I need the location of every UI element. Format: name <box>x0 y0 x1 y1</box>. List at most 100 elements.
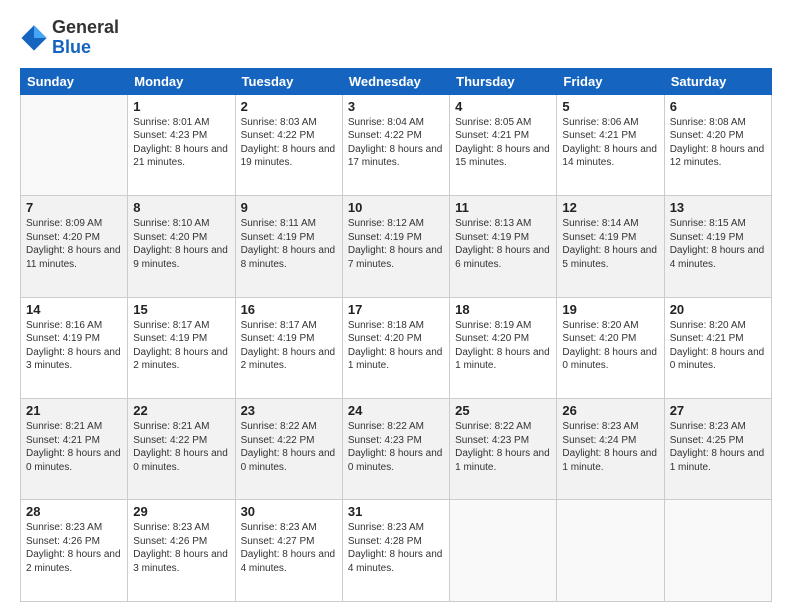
calendar-cell: 6Sunrise: 8:08 AMSunset: 4:20 PMDaylight… <box>664 94 771 195</box>
day-number: 5 <box>562 99 658 114</box>
day-number: 14 <box>26 302 122 317</box>
calendar-cell <box>557 500 664 602</box>
calendar-cell: 24 Sunrise: 8:22 AMSunset: 4:23 PMDayligh… <box>342 399 449 500</box>
calendar-cell: 28 Sunrise: 8:23 AMSunset: 4:26 PMDayligh… <box>21 500 128 602</box>
calendar-cell: 19 Sunrise: 8:20 AMSunset: 4:20 PMDayligh… <box>557 297 664 398</box>
calendar-cell: 5 Sunrise: 8:06 AMSunset: 4:21 PMDaylight… <box>557 94 664 195</box>
calendar-cell: 30 Sunrise: 8:23 AMSunset: 4:27 PMDayligh… <box>235 500 342 602</box>
calendar-cell: 25Sunrise: 8:22 AMSunset: 4:23 PMDayligh… <box>450 399 557 500</box>
cell-info: Sunrise: 8:21 AMSunset: 4:22 PMDaylight:… <box>133 420 229 474</box>
logo-icon <box>20 24 48 52</box>
calendar-cell: 3Sunrise: 8:04 AMSunset: 4:22 PMDaylight… <box>342 94 449 195</box>
cell-info: Sunrise: 8:13 AMSunset: 4:19 PMDaylight:… <box>455 217 551 271</box>
calendar-week-row: 1Sunrise: 8:01 AMSunset: 4:23 PMDaylight… <box>21 94 772 195</box>
day-number: 11 <box>455 200 551 215</box>
day-number: 20 <box>670 302 766 317</box>
day-number: 8 <box>133 200 229 215</box>
logo-text: General Blue <box>52 18 119 58</box>
cell-info: Sunrise: 8:23 AMSunset: 4:28 PMDaylight:… <box>348 521 444 575</box>
page: General Blue SundayMondayTuesdayWednesda… <box>0 0 792 612</box>
header: General Blue <box>20 18 772 58</box>
calendar-cell: 15 Sunrise: 8:17 AMSunset: 4:19 PMDayligh… <box>128 297 235 398</box>
calendar-cell: 14 Sunrise: 8:16 AMSunset: 4:19 PMDayligh… <box>21 297 128 398</box>
day-number: 16 <box>241 302 337 317</box>
col-header-saturday: Saturday <box>664 68 771 94</box>
cell-info: Sunrise: 8:23 AMSunset: 4:25 PMDaylight:… <box>670 420 766 474</box>
cell-info: Sunrise: 8:17 AMSunset: 4:19 PMDaylight:… <box>133 319 229 373</box>
day-number: 21 <box>26 403 122 418</box>
calendar: SundayMondayTuesdayWednesdayThursdayFrid… <box>20 68 772 602</box>
calendar-cell <box>450 500 557 602</box>
day-number: 13 <box>670 200 766 215</box>
calendar-cell: 29 Sunrise: 8:23 AMSunset: 4:26 PMDayligh… <box>128 500 235 602</box>
day-number: 29 <box>133 504 229 519</box>
col-header-friday: Friday <box>557 68 664 94</box>
cell-info: Sunrise: 8:23 AMSunset: 4:26 PMDaylight:… <box>26 521 122 575</box>
day-number: 18 <box>455 302 551 317</box>
day-number: 19 <box>562 302 658 317</box>
cell-info: Sunrise: 8:19 AMSunset: 4:20 PMDaylight:… <box>455 319 551 373</box>
cell-info: Sunrise: 8:09 AMSunset: 4:20 PMDaylight:… <box>26 217 122 271</box>
calendar-cell: 13 Sunrise: 8:15 AMSunset: 4:19 PMDayligh… <box>664 196 771 297</box>
day-number: 23 <box>241 403 337 418</box>
cell-info: Sunrise: 8:23 AMSunset: 4:27 PMDaylight:… <box>241 521 337 575</box>
day-number: 3 <box>348 99 444 114</box>
day-number: 9 <box>241 200 337 215</box>
day-number: 7 <box>26 200 122 215</box>
calendar-cell: 31 Sunrise: 8:23 AMSunset: 4:28 PMDayligh… <box>342 500 449 602</box>
day-number: 28 <box>26 504 122 519</box>
col-header-sunday: Sunday <box>21 68 128 94</box>
day-number: 12 <box>562 200 658 215</box>
calendar-week-row: 7 Sunrise: 8:09 AMSunset: 4:20 PMDaylight… <box>21 196 772 297</box>
cell-info: Sunrise: 8:22 AMSunset: 4:22 PMDaylight:… <box>241 420 337 474</box>
cell-info: Sunrise: 8:10 AMSunset: 4:20 PMDaylight:… <box>133 217 229 271</box>
calendar-cell: 21 Sunrise: 8:21 AMSunset: 4:21 PMDayligh… <box>21 399 128 500</box>
calendar-cell: 4 Sunrise: 8:05 AMSunset: 4:21 PMDaylight… <box>450 94 557 195</box>
cell-info: Sunrise: 8:22 AMSunset: 4:23 PMDaylight:… <box>455 420 551 474</box>
calendar-week-row: 21 Sunrise: 8:21 AMSunset: 4:21 PMDayligh… <box>21 399 772 500</box>
calendar-cell: 12Sunrise: 8:14 AMSunset: 4:19 PMDayligh… <box>557 196 664 297</box>
cell-info: Sunrise: 8:12 AMSunset: 4:19 PMDaylight:… <box>348 217 444 271</box>
day-number: 31 <box>348 504 444 519</box>
cell-info: Sunrise: 8:05 AMSunset: 4:21 PMDaylight:… <box>455 116 551 170</box>
cell-info: Sunrise: 8:23 AMSunset: 4:26 PMDaylight:… <box>133 521 229 575</box>
day-number: 2 <box>241 99 337 114</box>
cell-info: Sunrise: 8:16 AMSunset: 4:19 PMDaylight:… <box>26 319 122 373</box>
cell-info: Sunrise: 8:11 AMSunset: 4:19 PMDaylight:… <box>241 217 337 271</box>
calendar-header-row: SundayMondayTuesdayWednesdayThursdayFrid… <box>21 68 772 94</box>
day-number: 17 <box>348 302 444 317</box>
cell-info: Sunrise: 8:20 AMSunset: 4:20 PMDaylight:… <box>562 319 658 373</box>
cell-info: Sunrise: 8:01 AMSunset: 4:23 PMDaylight:… <box>133 116 229 170</box>
col-header-tuesday: Tuesday <box>235 68 342 94</box>
day-number: 15 <box>133 302 229 317</box>
day-number: 4 <box>455 99 551 114</box>
calendar-cell: 22 Sunrise: 8:21 AMSunset: 4:22 PMDayligh… <box>128 399 235 500</box>
calendar-cell: 2 Sunrise: 8:03 AMSunset: 4:22 PMDaylight… <box>235 94 342 195</box>
calendar-cell: 16Sunrise: 8:17 AMSunset: 4:19 PMDayligh… <box>235 297 342 398</box>
calendar-week-row: 28 Sunrise: 8:23 AMSunset: 4:26 PMDayligh… <box>21 500 772 602</box>
col-header-thursday: Thursday <box>450 68 557 94</box>
day-number: 24 <box>348 403 444 418</box>
col-header-wednesday: Wednesday <box>342 68 449 94</box>
day-number: 10 <box>348 200 444 215</box>
cell-info: Sunrise: 8:20 AMSunset: 4:21 PMDaylight:… <box>670 319 766 373</box>
day-number: 30 <box>241 504 337 519</box>
calendar-cell: 8 Sunrise: 8:10 AMSunset: 4:20 PMDaylight… <box>128 196 235 297</box>
cell-info: Sunrise: 8:15 AMSunset: 4:19 PMDaylight:… <box>670 217 766 271</box>
cell-info: Sunrise: 8:03 AMSunset: 4:22 PMDaylight:… <box>241 116 337 170</box>
logo: General Blue <box>20 18 119 58</box>
calendar-cell: 11 Sunrise: 8:13 AMSunset: 4:19 PMDayligh… <box>450 196 557 297</box>
day-number: 27 <box>670 403 766 418</box>
col-header-monday: Monday <box>128 68 235 94</box>
cell-info: Sunrise: 8:06 AMSunset: 4:21 PMDaylight:… <box>562 116 658 170</box>
calendar-cell: 9 Sunrise: 8:11 AMSunset: 4:19 PMDaylight… <box>235 196 342 297</box>
calendar-cell: 7 Sunrise: 8:09 AMSunset: 4:20 PMDaylight… <box>21 196 128 297</box>
day-number: 22 <box>133 403 229 418</box>
calendar-cell <box>664 500 771 602</box>
cell-info: Sunrise: 8:18 AMSunset: 4:20 PMDaylight:… <box>348 319 444 373</box>
calendar-cell: 27 Sunrise: 8:23 AMSunset: 4:25 PMDayligh… <box>664 399 771 500</box>
calendar-cell <box>21 94 128 195</box>
calendar-cell: 1Sunrise: 8:01 AMSunset: 4:23 PMDaylight… <box>128 94 235 195</box>
cell-info: Sunrise: 8:21 AMSunset: 4:21 PMDaylight:… <box>26 420 122 474</box>
cell-info: Sunrise: 8:22 AMSunset: 4:23 PMDaylight:… <box>348 420 444 474</box>
